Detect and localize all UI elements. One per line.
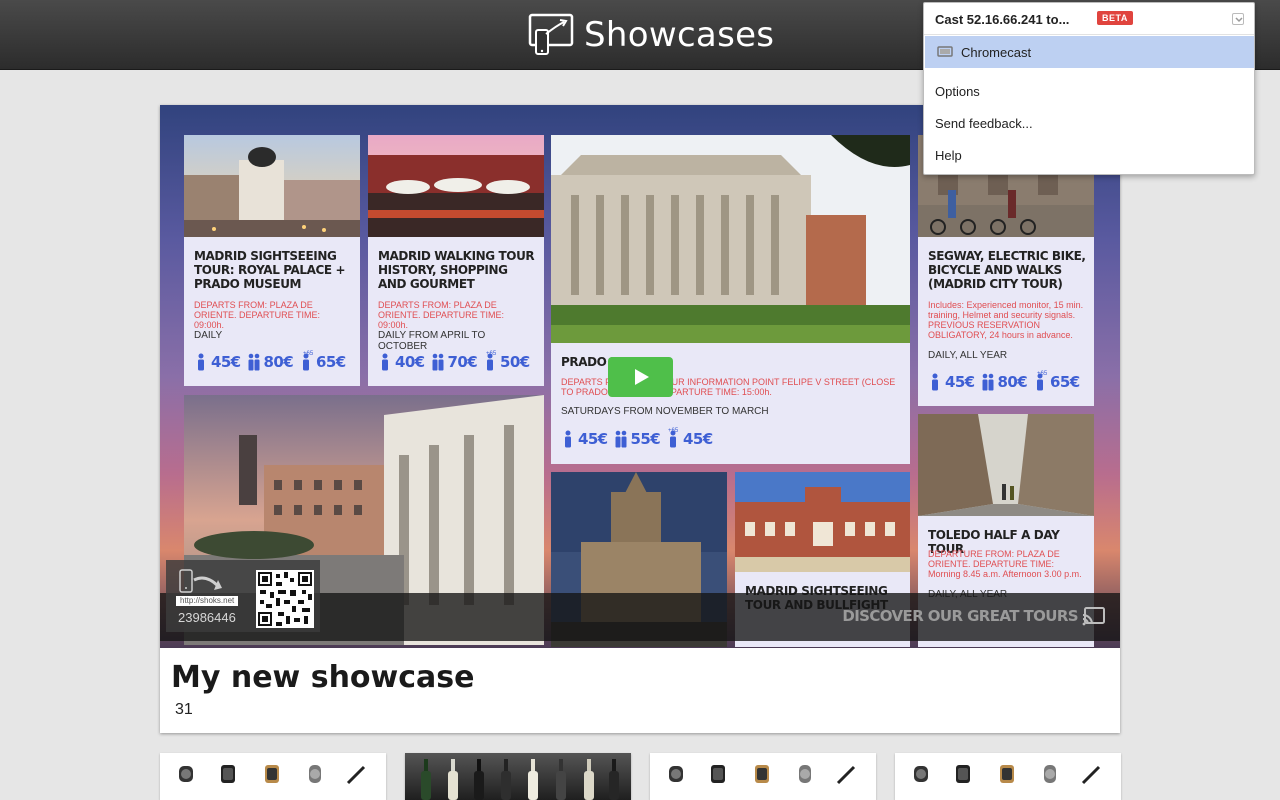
senior-age-badge: +65 [668, 428, 679, 434]
brand[interactable]: Showcases [526, 12, 774, 58]
watch-icon [265, 765, 279, 783]
tour-photo-prado-museum [551, 135, 910, 343]
couple-icon [432, 353, 444, 371]
senior-age-badge: +65 [303, 351, 314, 357]
bottle-icon [501, 759, 511, 800]
watch-icon [711, 765, 725, 783]
tour-schedule: DAILY [194, 330, 223, 341]
watch-icon [1044, 765, 1056, 783]
tour-photo-bullring [735, 472, 910, 572]
bottle-icon [584, 759, 594, 800]
menu-item-options[interactable]: Options [935, 84, 980, 99]
chevron-down-icon[interactable] [1232, 13, 1244, 25]
cast-icon[interactable] [1082, 606, 1106, 626]
watch-icon [956, 765, 970, 783]
person-icon [382, 353, 388, 371]
showcase-thumbnail-watches-3[interactable] [895, 753, 1121, 800]
stylus-icon [346, 765, 366, 785]
bottle-icon [609, 759, 619, 800]
qr-code-icon [256, 570, 314, 628]
bottle-icon [421, 759, 431, 800]
showcase-preview[interactable]: MADRID SIGHTSEEING TOUR: ROYAL PALACE + … [160, 105, 1120, 648]
tour-departure-info: DEPARTURE FROM: PLAZA DE ORIENTE. DEPART… [928, 549, 1082, 579]
watch-icon [669, 766, 683, 782]
play-icon [634, 369, 649, 385]
tour-prices: 45€ 80€ 65€ [928, 373, 1080, 391]
cast-device-chromecast[interactable]: Chromecast [925, 36, 1254, 68]
watch-icon [914, 766, 928, 782]
showcase-thumbnail-wine[interactable] [405, 753, 631, 800]
tour-tile-2[interactable]: MADRID WALKING TOUR HISTORY, SHOPPING AN… [368, 135, 544, 386]
showcase-count: 31 [175, 701, 193, 718]
price-couple: 80€ [981, 373, 1028, 391]
tour-departure-info: DEPARTS FROM: PLAZA DE ORIENTE. DEPARTUR… [194, 300, 321, 330]
tour-schedule: DAILY FROM APRIL TO OCTOBER [378, 330, 486, 352]
beta-badge: BETA [1097, 11, 1133, 25]
tour-tile-1[interactable]: MADRID SIGHTSEEING TOUR: ROYAL PALACE + … [184, 135, 360, 386]
price-adult: 45€ [928, 373, 975, 391]
senior-age-badge: +65 [486, 351, 497, 357]
cast-target-title: Cast 52.16.66.241 to... [935, 12, 1070, 27]
tour-prices: 45€ 80€ 65€ [194, 353, 346, 371]
watch-icon [1000, 765, 1014, 783]
senior-age-badge: +65 [1037, 371, 1048, 377]
cast-menu-header: Cast 52.16.66.241 to... BETA [924, 3, 1254, 35]
tour-departure-info: Includes: Experienced monitor, 15 min. t… [928, 300, 1084, 340]
tv-icon [937, 46, 953, 57]
pairing-code: 23986446 [178, 610, 236, 625]
page-title: Showcases [584, 15, 775, 55]
bottle-icon [528, 759, 538, 800]
menu-item-help[interactable]: Help [935, 148, 962, 163]
watch-icon [309, 765, 321, 783]
price-adult: 45€ [194, 353, 241, 371]
couple-icon [615, 430, 627, 448]
showcase-thumbnail-watches-1[interactable] [160, 753, 386, 800]
couple-icon [248, 353, 260, 371]
cast-device-label: Chromecast [961, 44, 1032, 60]
discover-caption: DISCOVER OUR GREAT TOURS [842, 607, 1078, 625]
person-icon [932, 373, 938, 391]
tour-prices: 40€ 70€ 50€ [378, 353, 530, 371]
phone-to-screen-icon [179, 569, 222, 593]
bottle-icon [556, 759, 566, 800]
stylus-icon [836, 765, 856, 785]
watch-icon [755, 765, 769, 783]
pairing-code-panel: http://shoks.net 23986446 [166, 560, 320, 632]
tour-tile-4[interactable]: SEGWAY, ELECTRIC BIKE, BICYCLE AND WALKS… [918, 135, 1094, 406]
site-url: http://shoks.net [176, 596, 239, 606]
bottle-icon [474, 759, 484, 800]
tour-prices: 45€ 55€ 45€ [561, 430, 713, 448]
bottle-icon [448, 759, 458, 800]
couple-icon [982, 373, 994, 391]
watch-icon [799, 765, 811, 783]
person-icon [198, 353, 204, 371]
stylus-icon [1081, 765, 1101, 785]
menu-item-send-feedback[interactable]: Send feedback... [935, 116, 1033, 131]
tour-title: SEGWAY, ELECTRIC BIKE, BICYCLE AND WALKS… [928, 249, 1086, 291]
tour-title: MADRID SIGHTSEEING TOUR: ROYAL PALACE + … [194, 249, 346, 291]
showcase-title[interactable]: My new showcase [171, 660, 475, 695]
tour-tile-3[interactable]: PRADO MUSEUM DEPARTS FROM: CITY TOUR INF… [551, 135, 910, 464]
price-couple: 55€ [614, 430, 661, 448]
tour-departure-info: DEPARTS FROM: PLAZA DE ORIENTE. DEPARTUR… [378, 300, 505, 330]
watch-icon [179, 766, 193, 782]
showcase-thumbnail-watches-2[interactable] [650, 753, 876, 800]
showcase-card[interactable]: MADRID SIGHTSEEING TOUR: ROYAL PALACE + … [160, 105, 1120, 733]
tour-title: MADRID WALKING TOUR HISTORY, SHOPPING AN… [378, 249, 535, 291]
tour-schedule: SATURDAYS FROM NOVEMBER TO MARCH [561, 406, 769, 417]
price-adult: 40€ [378, 353, 425, 371]
watch-icon [221, 765, 235, 783]
price-couple: 80€ [247, 353, 294, 371]
cast-dropdown-menu: Cast 52.16.66.241 to... BETA Chromecast … [923, 2, 1255, 175]
person-icon [565, 430, 571, 448]
price-adult: 45€ [561, 430, 608, 448]
tour-photo-toledo-street [918, 414, 1094, 516]
showcase-logo-icon [528, 13, 574, 55]
tour-photo-plaza-mayor [368, 135, 544, 237]
price-couple: 70€ [431, 353, 478, 371]
play-button[interactable] [608, 357, 673, 397]
tour-schedule: DAILY, ALL YEAR [928, 350, 1008, 361]
tour-photo-gran-via [184, 135, 360, 237]
